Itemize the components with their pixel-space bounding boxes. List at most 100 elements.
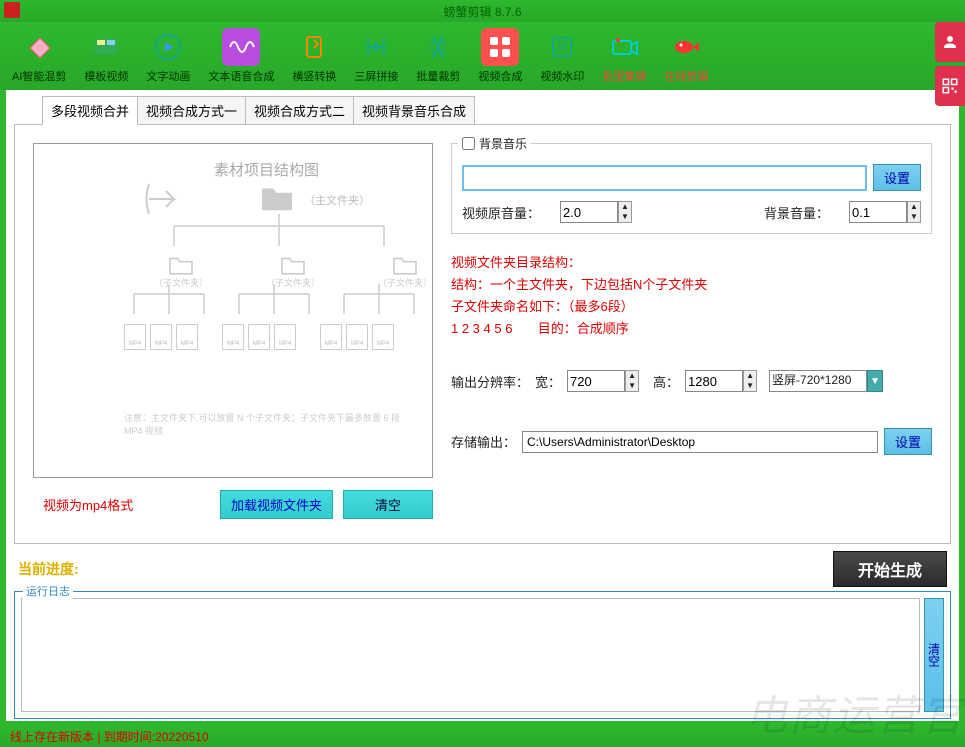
toolbar-label: 模板视频	[84, 68, 128, 84]
output-label: 存储输出：	[451, 432, 516, 451]
app-logo-icon	[4, 2, 20, 18]
toolbar-item-4[interactable]: 横竖转换	[288, 26, 340, 86]
toolbar-label: 批量裁剪	[416, 68, 460, 84]
side-widget-user-icon[interactable]	[935, 22, 965, 62]
stamp-icon: 印	[543, 28, 581, 66]
window-title: 螃蟹剪辑 8.7.6	[443, 3, 521, 20]
toolbar-item-7[interactable]: 视频合成	[474, 26, 526, 86]
bgm-checkbox[interactable]	[462, 137, 475, 150]
file-icon: MP4	[176, 324, 198, 350]
toolbar-label: 视频合成	[478, 68, 522, 84]
bgm-checkbox-label: 背景音乐	[479, 135, 527, 152]
toolbar-label: 文字动画	[146, 68, 190, 84]
toolbar-label: 批里集锦	[602, 68, 646, 84]
log-textarea[interactable]	[21, 598, 920, 712]
tab-0[interactable]: 多段视频合并	[42, 96, 138, 125]
start-button[interactable]: 开始生成	[833, 551, 947, 587]
file-icon: MP4	[320, 324, 342, 350]
main-folder-icon	[259, 184, 295, 212]
bg-vol-label: 背景音量：	[764, 203, 829, 222]
output-path-input[interactable]	[522, 431, 878, 453]
toolbar-label: 视频水印	[540, 68, 584, 84]
toolbar-label: AI智能混剪	[12, 68, 66, 84]
chevron-down-icon[interactable]: ▼	[867, 370, 883, 392]
file-row: MP4MP4MP4MP4MP4MP4MP4MP4MP4	[124, 324, 394, 350]
toolbar-item-6[interactable]: 批量裁剪	[412, 26, 464, 86]
diagram-note: 注意：主文件夹下,可以放置 N 个子文件夹；子文件夹下最多放置 6 段 MP4 …	[124, 411, 400, 437]
toolbar-label: 文本语音合成	[208, 68, 274, 84]
log-group: 运行日志 清空	[14, 591, 951, 719]
toolbar-item-1[interactable]: 模板视频	[80, 26, 132, 86]
main-toolbar: AI智能混剪模板视频文字动画文本语音合成横竖转换三屏拼接批量裁剪视频合成印视频水…	[0, 22, 965, 90]
bg-vol-spinner[interactable]: ▲▼	[907, 201, 921, 223]
bgm-path-input[interactable]	[462, 165, 867, 191]
progress-label: 当前进度:	[18, 559, 79, 579]
camera-icon	[605, 28, 643, 66]
orig-vol-spinner[interactable]: ▲▼	[618, 201, 632, 223]
file-icon: MP4	[372, 324, 394, 350]
connector-lines-2-icon	[124, 284, 444, 329]
bgm-set-button[interactable]: 设置	[873, 164, 921, 191]
orig-vol-label: 视频原音量：	[462, 203, 540, 222]
format-note: 视频为mp4格式	[43, 495, 133, 514]
resolution-preset-select[interactable]: 竖屏-720*1280	[769, 370, 867, 392]
output-set-button[interactable]: 设置	[884, 428, 932, 455]
arrow-icon	[144, 179, 184, 219]
file-icon: MP4	[346, 324, 368, 350]
template-icon	[87, 28, 125, 66]
main-folder-label: （主文件夹）	[304, 192, 370, 208]
file-icon: MP4	[248, 324, 270, 350]
toolbar-item-3[interactable]: 文本语音合成	[204, 26, 278, 86]
grid-icon	[481, 28, 519, 66]
tab-1[interactable]: 视频合成方式一	[137, 96, 246, 125]
tab-2[interactable]: 视频合成方式二	[245, 96, 354, 125]
toolbar-item-0[interactable]: AI智能混剪	[8, 26, 70, 86]
svg-text:印: 印	[557, 42, 567, 54]
toolbar-item-5[interactable]: 三屏拼接	[350, 26, 402, 86]
tab-3[interactable]: 视频背景音乐合成	[353, 96, 475, 125]
log-title: 运行日志	[23, 583, 73, 599]
width-input[interactable]	[567, 370, 625, 392]
toolbar-label: 横竖转换	[292, 68, 336, 84]
toolbar-item-2[interactable]: 文字动画	[142, 26, 194, 86]
side-widget-qr-icon[interactable]	[935, 66, 965, 106]
clear-button[interactable]: 清空	[343, 490, 433, 519]
width-spinner[interactable]: ▲▼	[625, 370, 639, 392]
rhombus-icon	[20, 28, 58, 66]
file-icon: MP4	[150, 324, 172, 350]
diagram-title: 素材项目结构图	[214, 159, 319, 180]
fish-icon	[667, 28, 705, 66]
load-folder-button[interactable]: 加载视频文件夹	[220, 490, 333, 519]
bgm-group: 背景音乐 设置 视频原音量： ▲▼ 背景音量： ▲▼	[451, 143, 932, 234]
toolbar-label: 三屏拼接	[354, 68, 398, 84]
file-icon: MP4	[124, 324, 146, 350]
file-icon: MP4	[222, 324, 244, 350]
tab-bar: 多段视频合并视频合成方式一视频合成方式二视频背景音乐合成	[42, 96, 959, 125]
content-panel: 素材项目结构图 （主文件夹） （子文件夹） （子文件夹） （子文件夹）	[14, 124, 951, 544]
toolbar-item-8[interactable]: 印视频水印	[536, 26, 588, 86]
orig-vol-input[interactable]	[560, 201, 618, 223]
resolution-label: 输出分辨率：	[451, 372, 529, 391]
status-bar: 线上存在新版本 | 到期时间:20220510	[0, 725, 965, 747]
main-area: 多段视频合并视频合成方式一视频合成方式二视频背景音乐合成 素材项目结构图 （主文…	[6, 90, 959, 721]
crop-icon	[419, 28, 457, 66]
bg-vol-input[interactable]	[849, 201, 907, 223]
rotate-icon	[295, 28, 333, 66]
right-column: 背景音乐 设置 视频原音量： ▲▼ 背景音量： ▲▼ 视频文件夹目录结构： 结构…	[451, 143, 932, 525]
status-text: 线上存在新版本 | 到期时间:20220510	[10, 730, 209, 744]
toolbar-item-10[interactable]: 在线剪辑	[660, 26, 712, 86]
toolbar-item-9[interactable]: 批里集锦	[598, 26, 650, 86]
title-bar: 螃蟹剪辑 8.7.6	[0, 0, 965, 22]
height-spinner[interactable]: ▲▼	[743, 370, 757, 392]
help-text: 视频文件夹目录结构： 结构：一个主文件夹，下边包括N个子文件夹 子文件夹命名如下…	[451, 252, 932, 340]
log-clear-button[interactable]: 清空	[924, 598, 944, 712]
width-label: 宽：	[535, 372, 561, 391]
height-input[interactable]	[685, 370, 743, 392]
side-widgets	[935, 22, 965, 106]
height-label: 高：	[653, 372, 679, 391]
toolbar-label: 在线剪辑	[664, 68, 708, 84]
wave-icon	[222, 28, 260, 66]
file-icon: MP4	[274, 324, 296, 350]
left-column: 素材项目结构图 （主文件夹） （子文件夹） （子文件夹） （子文件夹）	[33, 143, 433, 525]
merge-icon	[357, 28, 395, 66]
